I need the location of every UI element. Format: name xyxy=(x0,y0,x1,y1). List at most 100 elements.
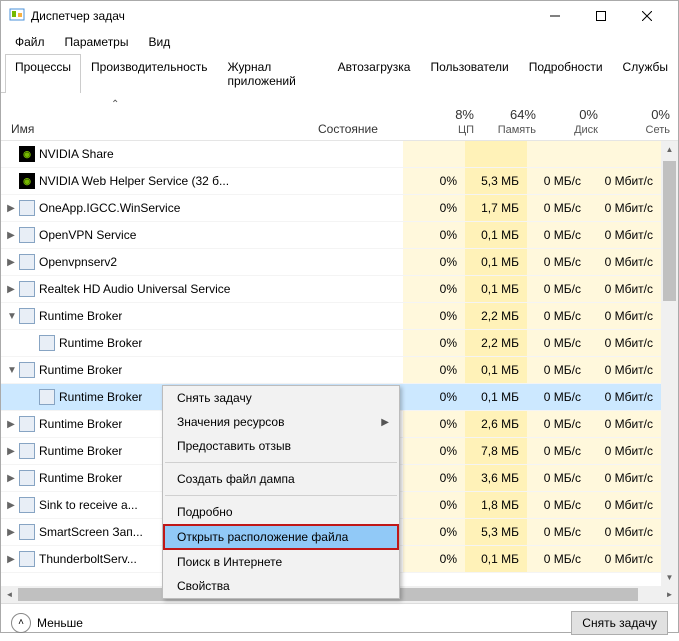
process-row[interactable]: ◉NVIDIA Share xyxy=(1,141,678,168)
header-net-label: Сеть xyxy=(646,124,670,136)
process-name: Runtime Broker xyxy=(39,309,122,323)
ctx-search-online[interactable]: Поиск в Интернете xyxy=(163,550,399,574)
ctx-open-file-location[interactable]: Открыть расположение файла xyxy=(163,524,399,550)
cell-disk: 0 МБ/с xyxy=(527,546,589,572)
cell-memory: 0,1 МБ xyxy=(465,546,527,572)
fewer-details-button[interactable]: ˄ Меньше xyxy=(11,613,83,633)
app-icon xyxy=(9,8,25,24)
maximize-button[interactable] xyxy=(578,1,624,31)
cell-cpu: 0% xyxy=(403,168,465,194)
cell-cpu: 0% xyxy=(403,438,465,464)
process-row[interactable]: ▼Runtime Broker0%2,2 МБ0 МБ/с0 Мбит/с xyxy=(1,303,678,330)
close-button[interactable] xyxy=(624,1,670,31)
header-memory[interactable]: 64% Память xyxy=(482,93,544,140)
tab-performance[interactable]: Производительность xyxy=(81,54,217,93)
process-row[interactable]: ▶OpenVPN Service0%0,1 МБ0 МБ/с0 Мбит/с xyxy=(1,222,678,249)
cell-cpu: 0% xyxy=(403,276,465,302)
scroll-up-icon[interactable]: ▲ xyxy=(661,141,678,158)
window-title: Диспетчер задач xyxy=(31,9,532,23)
cell-memory: 0,1 МБ xyxy=(465,222,527,248)
header-state[interactable]: Состояние xyxy=(310,93,420,140)
expand-toggle-icon[interactable]: ▶ xyxy=(1,257,15,268)
vertical-scrollbar[interactable]: ▲ ▼ xyxy=(661,141,678,586)
process-icon: ◉ xyxy=(19,146,35,162)
cell-network: 0 Мбит/с xyxy=(589,195,661,221)
menu-options[interactable]: Параметры xyxy=(55,33,139,51)
tab-app-history[interactable]: Журнал приложений xyxy=(218,54,328,93)
process-icon xyxy=(39,335,55,351)
cell-memory: 0,1 МБ xyxy=(465,357,527,383)
header-cpu[interactable]: 8% ЦП xyxy=(420,93,482,140)
header-network[interactable]: 0% Сеть xyxy=(606,93,678,140)
ctx-properties[interactable]: Свойства xyxy=(163,574,399,598)
header-name[interactable]: ⌃ Имя xyxy=(1,93,310,140)
header-cpu-label: ЦП xyxy=(458,124,474,136)
menu-bar: Файл Параметры Вид xyxy=(1,31,678,53)
process-name: Runtime Broker xyxy=(39,363,122,377)
cell-disk: 0 МБ/с xyxy=(527,303,589,329)
scroll-left-icon[interactable]: ◄ xyxy=(1,586,18,603)
tab-startup[interactable]: Автозагрузка xyxy=(328,54,421,93)
process-name: OpenVPN Service xyxy=(39,228,136,242)
scroll-right-icon[interactable]: ► xyxy=(661,586,678,603)
expand-toggle-icon[interactable]: ▶ xyxy=(1,500,15,511)
cell-disk: 0 МБ/с xyxy=(527,519,589,545)
process-row[interactable]: ▶OneApp.IGCC.WinService0%1,7 МБ0 МБ/с0 М… xyxy=(1,195,678,222)
process-row[interactable]: ◉NVIDIA Web Helper Service (32 б...0%5,3… xyxy=(1,168,678,195)
expand-toggle-icon[interactable]: ▼ xyxy=(1,365,15,376)
ctx-end-task[interactable]: Снять задачу xyxy=(163,386,399,410)
process-name: SmartScreen Зап... xyxy=(39,525,143,539)
process-row[interactable]: ▶Realtek HD Audio Universal Service0%0,1… xyxy=(1,276,678,303)
process-icon xyxy=(19,254,35,270)
end-task-button[interactable]: Снять задачу xyxy=(571,611,668,635)
process-row[interactable]: ▼Runtime Broker0%0,1 МБ0 МБ/с0 Мбит/с xyxy=(1,357,678,384)
scroll-down-icon[interactable]: ▼ xyxy=(661,569,678,586)
process-name: Runtime Broker xyxy=(59,390,142,404)
process-name: Realtek HD Audio Universal Service xyxy=(39,282,230,296)
scrollbar-thumb[interactable] xyxy=(663,161,676,301)
expand-toggle-icon[interactable]: ▶ xyxy=(1,203,15,214)
expand-toggle-icon[interactable]: ▶ xyxy=(1,419,15,430)
process-icon xyxy=(19,362,35,378)
cell-network: 0 Мбит/с xyxy=(589,357,661,383)
cell-cpu: 0% xyxy=(403,222,465,248)
cell-cpu: 0% xyxy=(403,546,465,572)
menu-view[interactable]: Вид xyxy=(138,33,180,51)
expand-toggle-icon[interactable]: ▶ xyxy=(1,527,15,538)
header-disk[interactable]: 0% Диск xyxy=(544,93,606,140)
tab-users[interactable]: Пользователи xyxy=(420,54,518,93)
expand-toggle-icon[interactable]: ▶ xyxy=(1,473,15,484)
cell-network: 0 Мбит/с xyxy=(589,411,661,437)
process-row[interactable]: ▶Openvpnserv20%0,1 МБ0 МБ/с0 Мбит/с xyxy=(1,249,678,276)
ctx-resource-values[interactable]: Значения ресурсов ▶ xyxy=(163,410,399,434)
ctx-details[interactable]: Подробно xyxy=(163,500,399,524)
cell-cpu: 0% xyxy=(403,357,465,383)
expand-toggle-icon[interactable]: ▶ xyxy=(1,446,15,457)
cell-cpu: 0% xyxy=(403,303,465,329)
expand-toggle-icon[interactable]: ▼ xyxy=(1,311,15,322)
cell-memory: 0,1 МБ xyxy=(465,249,527,275)
process-icon xyxy=(39,389,55,405)
cell-cpu: 0% xyxy=(403,411,465,437)
ctx-feedback[interactable]: Предоставить отзыв xyxy=(163,434,399,458)
cell-memory: 2,2 МБ xyxy=(465,303,527,329)
cell-network: 0 Мбит/с xyxy=(589,330,661,356)
menu-file[interactable]: Файл xyxy=(5,33,55,51)
process-row[interactable]: Runtime Broker0%2,2 МБ0 МБ/с0 Мбит/с xyxy=(1,330,678,357)
cell-disk: 0 МБ/с xyxy=(527,411,589,437)
header-cpu-pct: 8% xyxy=(455,107,474,122)
expand-toggle-icon[interactable]: ▶ xyxy=(1,554,15,565)
process-icon xyxy=(19,443,35,459)
expand-toggle-icon[interactable]: ▶ xyxy=(1,284,15,295)
tab-details[interactable]: Подробности xyxy=(519,54,613,93)
cell-cpu: 0% xyxy=(403,249,465,275)
expand-toggle-icon[interactable]: ▶ xyxy=(1,230,15,241)
tab-services[interactable]: Службы xyxy=(613,54,678,93)
minimize-button[interactable] xyxy=(532,1,578,31)
tab-processes[interactable]: Процессы xyxy=(5,54,81,93)
process-name: Sink to receive a... xyxy=(39,498,138,512)
cell-disk: 0 МБ/с xyxy=(527,168,589,194)
ctx-create-dump[interactable]: Создать файл дампа xyxy=(163,467,399,491)
cell-memory: 0,1 МБ xyxy=(465,384,527,410)
header-net-pct: 0% xyxy=(651,107,670,122)
